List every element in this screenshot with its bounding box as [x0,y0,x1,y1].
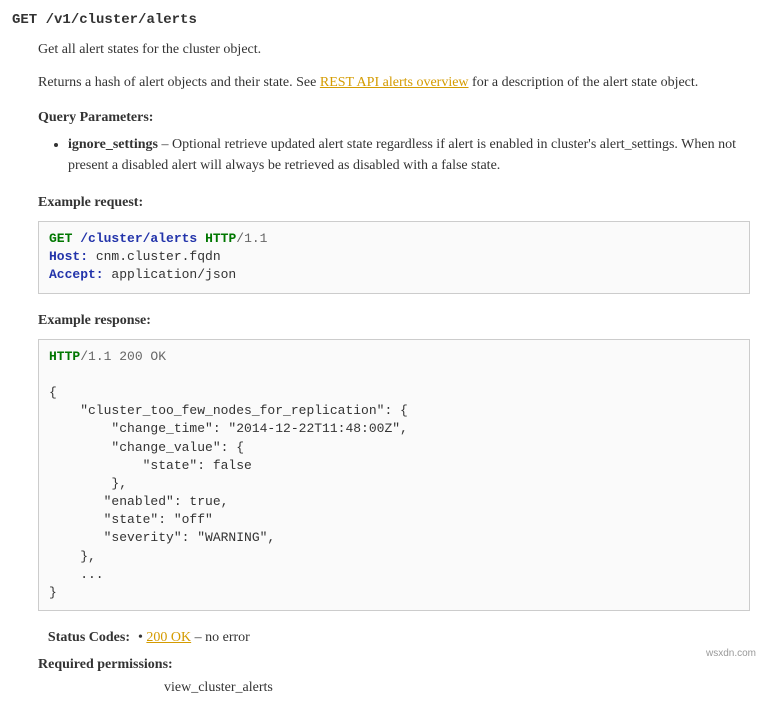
status-codes-label: Status Codes: [38,627,138,648]
content-body: Get all alert states for the cluster obj… [38,39,750,698]
permissions-row: Required permissions: view_cluster_alert… [38,654,750,698]
example-request-label: Example request: [38,192,750,213]
resp-status: /1.1 200 OK [80,349,166,364]
query-params-label: Query Parameters: [38,107,750,128]
example-response-label: Example response: [38,310,750,331]
watermark: wsxdn.com [706,646,756,661]
permissions-value: view_cluster_alerts [164,677,750,698]
list-item: ignore_settings – Optional retrieve upda… [68,134,750,176]
description-secondary: Returns a hash of alert objects and thei… [38,72,750,93]
status-code-entry: 200 OK – no error [138,627,750,648]
req-path: /cluster/alerts [80,231,197,246]
query-params-list: ignore_settings – Optional retrieve upda… [68,134,750,176]
req-proto: HTTP [205,231,236,246]
status-code-desc: – no error [191,630,250,645]
req-version: /1.1 [236,231,267,246]
desc2-part-b: for a description of the alert state obj… [469,75,699,90]
permissions-label: Required permissions: [38,654,750,675]
param-name: ignore_settings [68,137,158,152]
status-codes-row: Status Codes: 200 OK – no error [38,627,750,648]
http-method: GET [12,12,37,28]
endpoint-title: GET /v1/cluster/alerts [12,10,750,31]
param-desc: – Optional retrieve updated alert state … [68,137,736,173]
accept-header: Accept: [49,267,104,282]
request-code-block: GET /cluster/alerts HTTP/1.1 Host: cnm.c… [38,221,750,294]
response-code-block: HTTP/1.1 200 OK { "cluster_too_few_nodes… [38,339,750,612]
resp-body: { "cluster_too_few_nodes_for_replication… [49,385,408,600]
accept-value: application/json [104,267,237,282]
description-primary: Get all alert states for the cluster obj… [38,39,750,60]
host-value: cnm.cluster.fqdn [88,249,221,264]
resp-proto: HTTP [49,349,80,364]
endpoint-path: /v1/cluster/alerts [46,12,197,28]
rest-api-alerts-link[interactable]: REST API alerts overview [320,75,469,90]
host-header: Host: [49,249,88,264]
desc2-part-a: Returns a hash of alert objects and thei… [38,75,320,90]
req-method: GET [49,231,72,246]
status-code-link[interactable]: 200 OK [146,630,191,645]
